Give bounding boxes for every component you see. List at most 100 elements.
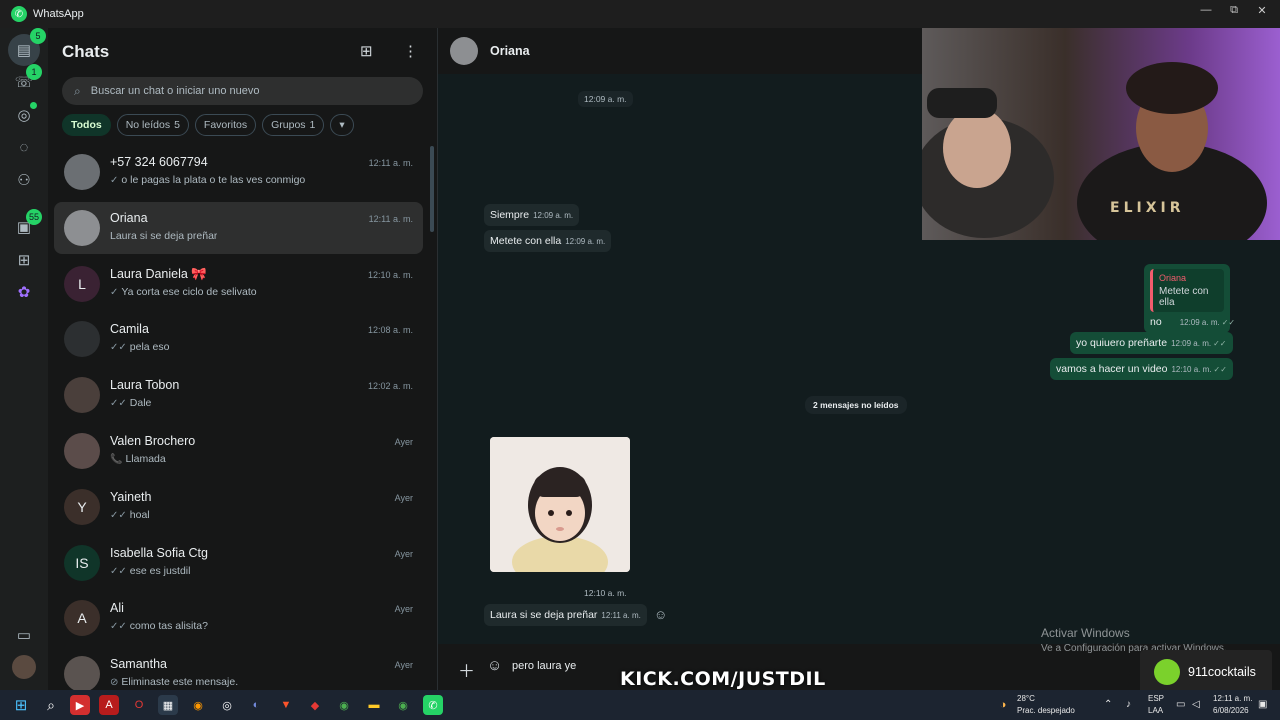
chat-list-item[interactable]: Valen Brochero Ayer 📞 Llamada: [54, 425, 423, 477]
chat-avatar[interactable]: [64, 433, 100, 469]
read-status-icon: ✓✓: [110, 509, 127, 521]
close-icon[interactable]: ✕: [1252, 4, 1272, 17]
chat-preview-text: Ya corta ese ciclo de selivato: [121, 285, 257, 298]
volume-icon[interactable]: ◁: [1192, 699, 1200, 710]
maximize-icon[interactable]: ⧉: [1224, 4, 1244, 17]
attach-plus-icon[interactable]: ＋: [458, 657, 475, 682]
chat-time: Ayer: [394, 660, 413, 671]
taskbar-search-icon[interactable]: ⌕: [41, 695, 61, 715]
chat-avatar[interactable]: IS: [64, 544, 100, 581]
contact-name[interactable]: Oriana: [490, 44, 530, 58]
filter-favoritos[interactable]: Favoritos: [194, 114, 257, 136]
chat-list-scrollbar[interactable]: [430, 146, 434, 232]
chat-list-item[interactable]: Y Yaineth Ayer ✓✓ hoal: [54, 481, 423, 533]
store-icon[interactable]: ▦: [158, 695, 178, 715]
chat-list-item[interactable]: L Laura Daniela 🎀 12:10 a. m. ✓ Ya corta ese…: [54, 258, 423, 310]
discord-icon[interactable]: ◐: [246, 695, 266, 715]
chats-title: Chats: [62, 42, 110, 61]
tray-chevron-icon[interactable]: ⌃: [1104, 699, 1112, 710]
notification-icon[interactable]: ▣: [1258, 699, 1267, 710]
chat-avatar[interactable]: Y: [64, 488, 100, 525]
chat-name: Valen Brochero: [110, 434, 196, 448]
chat-preview-text: como tas alisita?: [129, 620, 208, 633]
folder-icon[interactable]: ▬: [364, 695, 384, 715]
window-title: WhatsApp: [33, 8, 84, 20]
message-in[interactable]: Laura si se deja preñar 12:11 a. m.: [484, 604, 647, 626]
clock-time[interactable]: 12:11 a. m.: [1213, 694, 1252, 703]
whatsapp-taskbar-icon[interactable]: ✆: [423, 695, 443, 715]
new-chat-icon[interactable]: ⊞: [360, 42, 373, 60]
chat-list-item[interactable]: Samantha Ayer ⊘ Eliminaste este mensaje.: [54, 648, 423, 690]
calls-icon[interactable]: ☏ 1: [12, 64, 42, 94]
firefox-icon[interactable]: ◉: [188, 695, 208, 715]
filter-no-leidos[interactable]: No leídos 5: [116, 114, 189, 136]
clock-date[interactable]: 6/08/2026: [1213, 706, 1249, 715]
network-icon[interactable]: ▭: [1176, 699, 1185, 710]
chat-list-item[interactable]: +57 324 6067794 12:11 a. m. ✓ o le pagas la…: [54, 146, 423, 198]
language-layout[interactable]: LAA: [1148, 706, 1163, 715]
chrome-icon[interactable]: ◉: [334, 695, 354, 715]
chat-list-item[interactable]: Oriana 12:11 a. m. Laura si se deja preñar: [54, 201, 423, 254]
sticker-icon[interactable]: ☺: [487, 657, 502, 674]
message-out-reply[interactable]: Oriana Metete con ella no 12:09 a. m. ✓✓: [1144, 264, 1235, 333]
chat-time: Ayer: [394, 492, 413, 503]
filter-more-chevron-icon[interactable]: ▾: [330, 114, 354, 136]
chat-list-item[interactable]: A Ali Ayer ✓✓ como tas alisita?: [54, 592, 423, 644]
chat-avatar[interactable]: [64, 209, 100, 246]
chat-avatar[interactable]: L: [64, 265, 100, 302]
read-status-icon: ✓: [110, 175, 119, 186]
brave-icon[interactable]: ▼: [276, 695, 296, 715]
taskbar-app-icon[interactable]: A: [99, 695, 119, 715]
chat-preview: ✓ Ya corta ese ciclo de selivato: [110, 286, 257, 298]
taskbar-app-icon[interactable]: ◎: [217, 695, 237, 715]
chat-list-item[interactable]: Laura Tobon 12:02 a. m. ✓✓ Dale: [54, 369, 423, 421]
channels-icon[interactable]: ◌: [12, 135, 36, 159]
meta-ai-icon[interactable]: ✿: [12, 280, 36, 304]
communities-icon[interactable]: ⚇: [12, 168, 36, 192]
chats-icon[interactable]: ▤ 5: [8, 28, 46, 66]
filter-todos[interactable]: Todos: [62, 114, 111, 136]
opera-icon[interactable]: O: [129, 695, 149, 715]
weather-icon[interactable]: ◑: [993, 695, 1013, 715]
message-out[interactable]: yo quiuero preñarte 12:09 a. m. ✓✓: [1070, 332, 1233, 354]
chat-name: Laura Tobon: [110, 378, 180, 393]
weather-desc: Prac. despejado: [1017, 706, 1075, 715]
archive-icon[interactable]: ▣ 55: [12, 209, 42, 239]
react-emoji-icon[interactable]: ☺: [654, 607, 667, 622]
chat-avatar[interactable]: [64, 321, 100, 358]
taskbar-app-icon[interactable]: ◆: [305, 695, 325, 715]
chat-preview: ✓✓ pela eso: [110, 341, 169, 353]
chat-list-item[interactable]: Camila 12:08 a. m. ✓✓ pela eso: [54, 313, 423, 365]
search-input[interactable]: [90, 85, 391, 97]
language-code[interactable]: ESP: [1148, 694, 1164, 703]
minimize-icon[interactable]: —: [1196, 4, 1216, 16]
search-box[interactable]: ⌕: [62, 77, 423, 105]
quoted-message[interactable]: Oriana Metete con ella: [1150, 269, 1224, 312]
message-in[interactable]: Siempre 12:09 a. m.: [484, 204, 580, 226]
archive-badge: 55: [25, 209, 42, 225]
chat-avatar[interactable]: A: [64, 600, 100, 637]
message-out[interactable]: vamos a hacer un video 12:10 a. m. ✓✓: [1050, 358, 1233, 380]
chat-preview: ✓✓ Dale: [110, 397, 151, 409]
menu-icon[interactable]: ⋮: [403, 42, 418, 60]
chat-avatar[interactable]: [64, 656, 100, 690]
chrome-icon[interactable]: ◉: [393, 695, 413, 715]
mic-icon[interactable]: ♪: [1126, 699, 1131, 710]
chat-preview: 📞 Llamada: [110, 453, 166, 465]
message-in[interactable]: Metete con ella 12:09 a. m.: [484, 230, 612, 252]
start-windows-icon[interactable]: ⊞: [11, 695, 31, 715]
profile-avatar[interactable]: [12, 655, 36, 679]
status-icon[interactable]: ◎: [12, 102, 37, 127]
sponsor-logo: [1154, 659, 1180, 685]
photo-image: [490, 437, 630, 572]
chat-avatar[interactable]: [64, 377, 100, 414]
media-icon[interactable]: ▭: [12, 623, 36, 647]
chat-name: Yaineth: [110, 489, 152, 504]
chat-list-item[interactable]: IS Isabella Sofia Ctg Ayer ✓✓ ese es justdil: [54, 537, 423, 589]
photo-message[interactable]: [490, 437, 630, 572]
tools-icon[interactable]: ⊞: [12, 248, 36, 272]
chat-avatar[interactable]: [64, 154, 100, 190]
taskbar-app-icon[interactable]: ▶: [70, 695, 90, 715]
contact-avatar[interactable]: [450, 37, 478, 65]
filter-grupos[interactable]: Grupos 1: [262, 114, 325, 136]
